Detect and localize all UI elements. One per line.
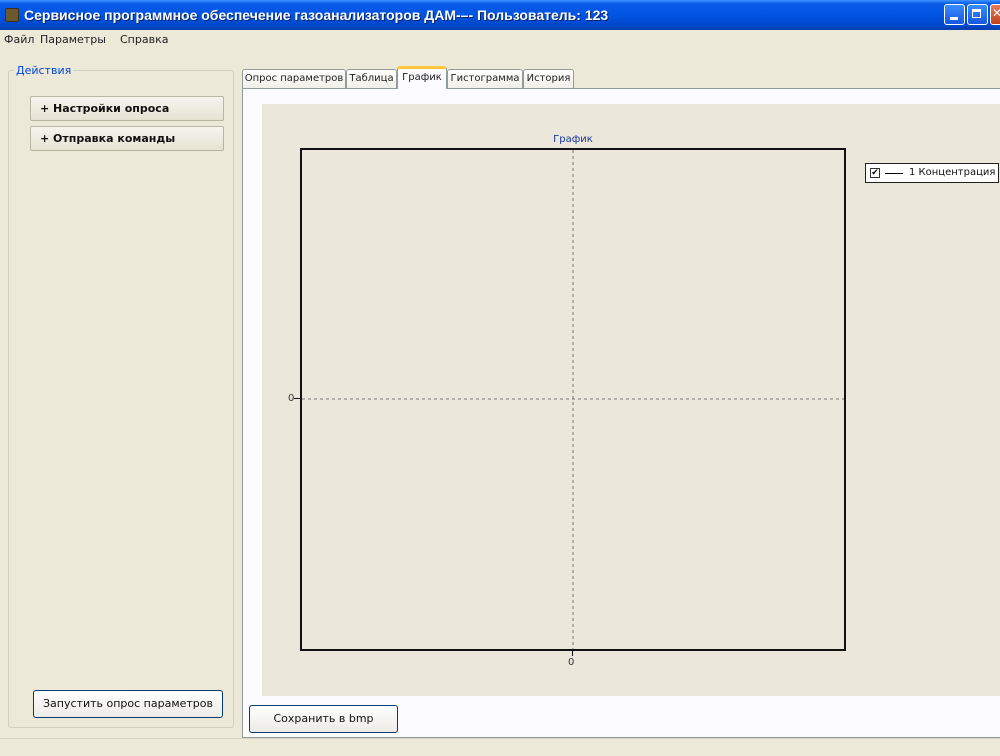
- maximize-button[interactable]: [967, 4, 988, 25]
- tab-poll-parameters[interactable]: Опрос параметров: [242, 69, 346, 88]
- save-bmp-button[interactable]: Сохранить в bmp: [249, 705, 398, 733]
- menu-help[interactable]: Справка: [120, 33, 168, 46]
- poll-settings-expander[interactable]: + Настройки опроса: [30, 96, 224, 121]
- window-title: Сервисное программное обеспечение газоан…: [24, 7, 609, 23]
- tab-history[interactable]: История: [523, 69, 574, 88]
- status-bar: [0, 738, 1000, 756]
- y-tick-mark: [294, 398, 300, 399]
- tab-histogram[interactable]: Гистограмма: [447, 69, 523, 88]
- tab-table[interactable]: Таблица: [346, 69, 397, 88]
- x-tick-label: 0: [568, 657, 575, 668]
- chart-title: График: [553, 134, 593, 145]
- close-button[interactable]: [990, 4, 1000, 25]
- tab-chart[interactable]: График: [397, 66, 447, 89]
- send-command-expander[interactable]: + Отправка команды: [30, 126, 224, 151]
- poll-settings-label: + Настройки опроса: [40, 102, 170, 115]
- actions-group-label: Действия: [14, 64, 74, 77]
- minimize-button[interactable]: [944, 4, 965, 25]
- actions-group: [8, 70, 234, 728]
- legend-series-line: [885, 173, 903, 174]
- menu-parameters[interactable]: Параметры: [40, 33, 106, 46]
- start-poll-button[interactable]: Запустить опрос параметров: [33, 690, 223, 718]
- plot-svg: [302, 150, 844, 649]
- app-icon: [5, 8, 19, 22]
- plot-area: [300, 148, 846, 651]
- title-bar: Сервисное программное обеспечение газоан…: [0, 0, 1000, 30]
- menu-file[interactable]: Файл: [4, 33, 34, 46]
- x-tick-mark: [572, 651, 573, 656]
- send-command-label: + Отправка команды: [40, 132, 176, 145]
- legend-series-label: 1 Концентрация: [909, 167, 996, 178]
- menu-bar: Файл Параметры Справка: [0, 30, 1000, 49]
- series-visibility-checkbox[interactable]: ✔: [870, 168, 880, 178]
- chart-legend: ✔ 1 Концентрация: [865, 163, 999, 183]
